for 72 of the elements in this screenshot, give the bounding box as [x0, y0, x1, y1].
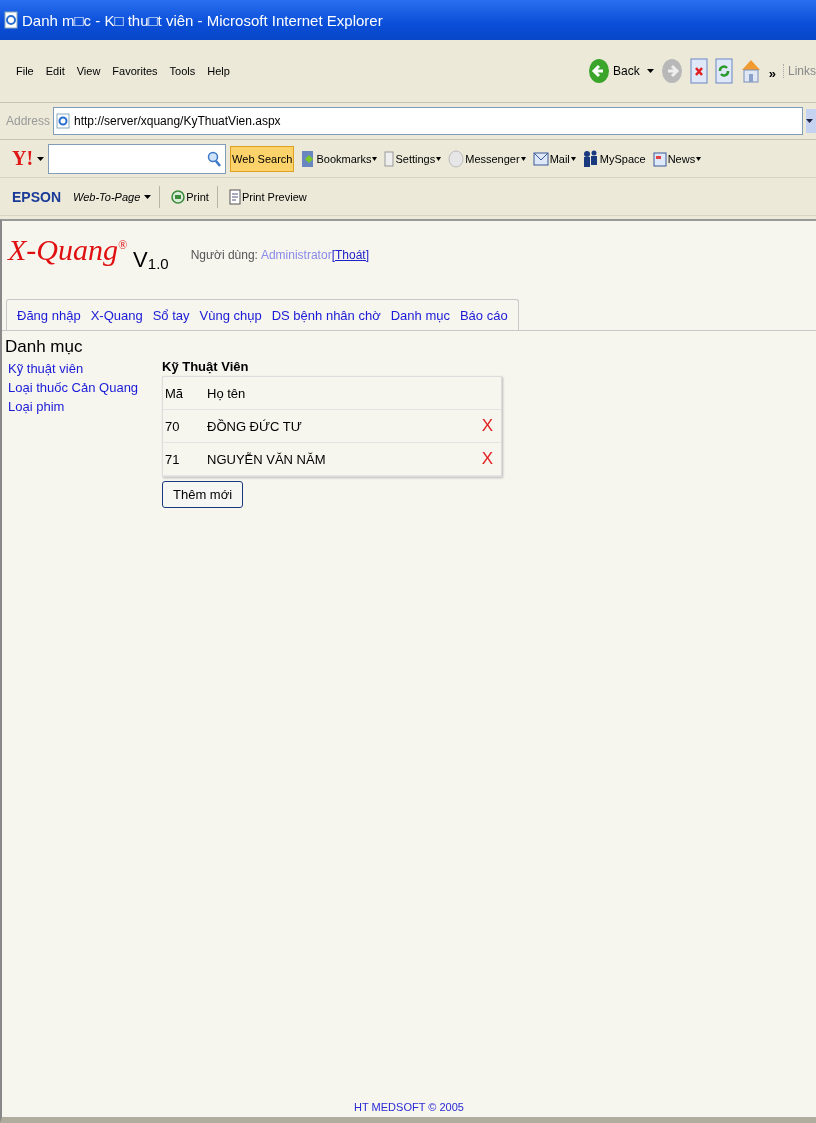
dropdown-arrow-icon[interactable] — [436, 156, 442, 161]
dropdown-arrow-icon[interactable] — [646, 69, 654, 73]
search-icon[interactable] — [207, 150, 222, 167]
table-cell-text: ĐỒNG ĐỨC TƯ — [207, 418, 303, 434]
toolbar-button[interactable]: MySpace — [599, 152, 646, 165]
toolbar-button[interactable]: News — [667, 152, 696, 165]
menu-item[interactable]: View — [76, 65, 101, 77]
refresh-icon[interactable] — [714, 58, 733, 84]
search-field[interactable] — [48, 143, 227, 174]
web-search-button[interactable]: Web Search — [230, 145, 295, 172]
toolbar-button[interactable]: Bookmarks — [316, 152, 372, 165]
column-header: Họ tên — [207, 385, 247, 401]
version-label: V$_{1.0}$ — [133, 247, 169, 273]
address-text: http://server/xquang/KyThuatVien.aspx — [74, 114, 281, 128]
delete-button[interactable]: X — [481, 416, 493, 436]
dropdown-arrow-icon[interactable] — [37, 156, 45, 161]
yahoo-logo[interactable]: Y! — [12, 147, 34, 170]
sidebar-link[interactable]: Loại phim — [5, 397, 162, 416]
tab[interactable]: Vùng chụp — [199, 308, 262, 323]
dropdown-arrow-icon[interactable] — [520, 156, 526, 161]
home-icon[interactable] — [739, 58, 762, 84]
delete-button[interactable]: X — [481, 449, 493, 469]
page-icon — [4, 11, 18, 29]
epson-logo[interactable]: EPSON — [12, 188, 61, 205]
sidebar-title: Danh mục — [5, 337, 84, 357]
printer-icon[interactable] — [171, 188, 186, 205]
column-header: Mã — [164, 385, 185, 401]
address-label: Address — [6, 114, 51, 128]
add-button[interactable]: Thêm mới — [162, 481, 244, 508]
address-field[interactable]: http://server/xquang/KyThuatVien.aspx — [53, 107, 803, 135]
menu-item[interactable]: Favorites — [112, 65, 158, 77]
menu-item[interactable]: File — [16, 65, 34, 77]
tab[interactable]: Báo cáo — [459, 308, 508, 323]
table-cell-text: 70 — [164, 418, 181, 434]
table-cell-text: 71 — [164, 451, 181, 467]
footer-text: HT MEDSOFT © 2005 — [354, 1101, 464, 1115]
user-label: Người dùng: — [190, 248, 258, 262]
toolbar-button[interactable]: Print — [186, 190, 209, 203]
tab[interactable]: Danh mục — [390, 308, 450, 323]
menu-item[interactable]: Help — [207, 65, 230, 77]
document-icon[interactable] — [228, 188, 241, 205]
page-icon — [56, 113, 71, 129]
people-icon[interactable] — [582, 149, 599, 168]
bookmark-icon[interactable] — [301, 149, 316, 168]
tab[interactable]: Đăng nhập — [17, 308, 81, 323]
dropdown-arrow-icon[interactable] — [696, 156, 702, 161]
toolbar-button[interactable]: Print Preview — [241, 190, 307, 203]
web-to-page-menu[interactable]: Web-To-Page — [73, 190, 141, 203]
toolbar-button[interactable]: Settings — [395, 152, 436, 165]
sidebar-link[interactable]: Kỹ thuật viên — [5, 359, 162, 378]
dropdown-arrow-icon[interactable] — [372, 156, 378, 161]
envelope-icon[interactable] — [532, 150, 549, 167]
dropdown-arrow-icon[interactable] — [570, 156, 576, 161]
more-chevron[interactable]: » — [768, 66, 776, 81]
tab[interactable]: X-Quang — [90, 308, 143, 323]
user-name: Administrator — [260, 248, 332, 262]
calendar-icon[interactable] — [652, 150, 667, 167]
menu-item[interactable]: Edit — [45, 65, 65, 77]
tab[interactable]: Sổ tay — [152, 308, 190, 323]
stop-icon[interactable] — [689, 58, 708, 84]
toolbar-button[interactable]: Mail — [549, 152, 570, 165]
table-cell-text: NGUYỄN VĂN NĂM — [207, 451, 327, 467]
window-title: Danh m□c - K□ thu□t viên - Microsoft Internet Explorer — [22, 11, 383, 29]
dropdown-arrow-icon[interactable] — [144, 194, 152, 199]
table-title: Kỹ Thuật Viên — [162, 359, 249, 374]
sidebar-link[interactable]: Loại thuốc Cản Quang — [5, 378, 162, 397]
menu-item[interactable]: Tools — [169, 65, 196, 77]
tab[interactable]: DS bệnh nhân chờ — [271, 308, 381, 323]
toolbar-button[interactable]: Messenger — [465, 152, 520, 165]
logo: X-Quang$^{®}$ — [8, 233, 128, 267]
logout-link[interactable]: [Thoát] — [331, 248, 369, 262]
back-button[interactable]: Back — [613, 64, 640, 78]
